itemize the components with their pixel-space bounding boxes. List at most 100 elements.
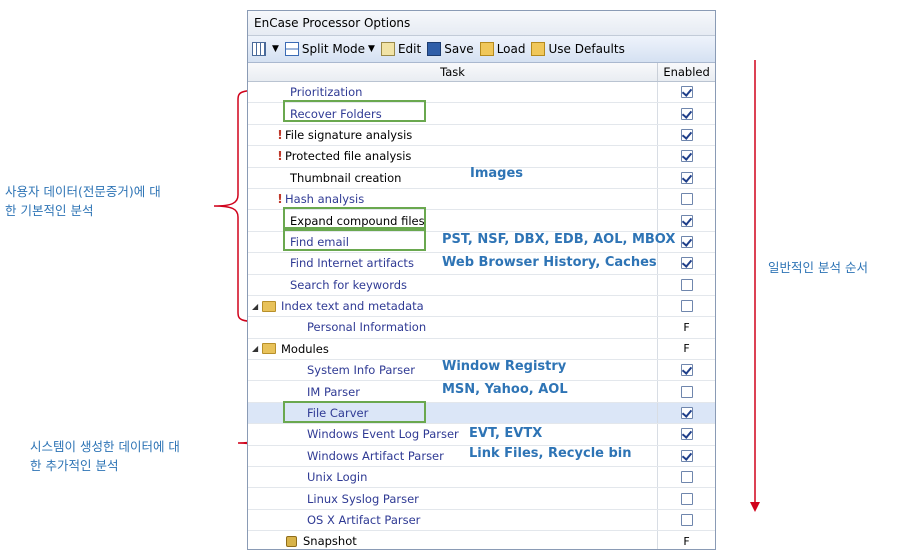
- enabled-cell: [658, 257, 715, 270]
- warning-icon: !: [277, 149, 283, 164]
- table-row[interactable]: ◢ Index text and metadata: [248, 295, 715, 318]
- analysis-order-arrowhead: [750, 502, 760, 512]
- enabled-cell: [658, 449, 715, 462]
- table-row[interactable]: ! File signature analysis: [248, 124, 715, 147]
- task-label: OS X Artifact Parser: [307, 513, 421, 527]
- enabled-checkbox-unchecked[interactable]: [680, 385, 693, 398]
- enabled-checkbox-unchecked[interactable]: [680, 514, 693, 526]
- task-cell-file-signature-analysis[interactable]: ! File signature analysis: [248, 124, 658, 146]
- enabled-checkbox-checked[interactable]: [680, 428, 693, 441]
- enabled-cell: [658, 278, 715, 291]
- enabled-checkbox-checked[interactable]: [680, 86, 693, 99]
- enabled-checkbox-unchecked[interactable]: [680, 300, 693, 313]
- toolbar: ▼ Split Mode ▼ Edit Save Load Use Defaul…: [248, 36, 715, 63]
- annotation-registry: Window Registry: [442, 359, 567, 374]
- annotation-link-files: Link Files, Recycle bin: [469, 446, 632, 461]
- task-cell-modules[interactable]: ◢ Modules: [248, 338, 658, 360]
- save-button[interactable]: Save: [427, 42, 474, 56]
- enabled-checkbox-checked[interactable]: [680, 235, 693, 248]
- enabled-cell: [658, 428, 715, 441]
- enabled-checkbox-checked[interactable]: [680, 214, 693, 227]
- enabled-cell: [658, 86, 715, 99]
- enabled-cell: F: [658, 535, 715, 548]
- split-mode-icon: [284, 42, 299, 56]
- task-cell-index-text-and-metadata[interactable]: ◢ Index text and metadata: [248, 295, 658, 317]
- task-label: IM Parser: [307, 384, 360, 399]
- save-icon: [427, 42, 442, 56]
- columns-dropdown-button[interactable]: ▼: [252, 42, 279, 56]
- edit-button[interactable]: Edit: [380, 42, 421, 56]
- split-mode-button[interactable]: Split Mode ▼: [284, 42, 375, 56]
- task-column-header[interactable]: Task: [248, 63, 659, 81]
- collapse-icon[interactable]: ◢: [252, 344, 262, 353]
- use-defaults-button[interactable]: Use Defaults: [531, 42, 625, 56]
- edit-icon: [380, 42, 395, 56]
- task-cell-thumbnail-creation[interactable]: Thumbnail creation: [248, 167, 658, 188]
- folder-open-icon: [479, 42, 494, 56]
- enabled-checkbox-unchecked[interactable]: [680, 492, 693, 505]
- enabled-checkbox-unchecked[interactable]: [680, 471, 693, 484]
- enabled-checkbox-checked[interactable]: [680, 128, 693, 141]
- task-label: Windows Artifact Parser: [307, 448, 444, 463]
- task-cell-windows-event-log-parser[interactable]: Windows Event Log Parser: [248, 424, 658, 445]
- table-row[interactable]: Personal Information F: [248, 317, 715, 339]
- enabled-checkbox-checked[interactable]: [680, 364, 693, 377]
- task-grid: Prioritization Recover Folders! File signa…: [248, 82, 715, 549]
- chevron-down-icon: ▼: [368, 44, 375, 54]
- enabled-checkbox-checked[interactable]: [680, 407, 693, 420]
- task-cell-unix-login[interactable]: Unix Login: [248, 467, 658, 488]
- enabled-cell: [658, 514, 715, 526]
- enabled-checkbox-checked[interactable]: [680, 449, 693, 462]
- task-cell-protected-file-analysis[interactable]: ! Protected file analysis: [248, 146, 658, 167]
- task-cell-search-for-keywords[interactable]: Search for keywords: [248, 274, 658, 295]
- enabled-checkbox-checked[interactable]: [680, 171, 693, 184]
- enabled-cell: [658, 150, 715, 163]
- annotation-images: Images: [470, 166, 524, 181]
- task-label: File signature analysis: [285, 127, 413, 142]
- enabled-checkbox-checked[interactable]: [680, 257, 693, 270]
- enabled-checkbox-checked[interactable]: [680, 107, 693, 120]
- enabled-cell: [658, 128, 715, 141]
- chevron-down-icon: ▼: [272, 44, 279, 54]
- folder-icon: [262, 343, 276, 355]
- split-mode-label: Split Mode: [301, 42, 366, 56]
- enabled-checkbox-unchecked[interactable]: [680, 278, 693, 291]
- user-data-note-line2: 한 기본적인 분석: [5, 203, 94, 218]
- warning-icon: !: [277, 127, 283, 142]
- collapse-icon[interactable]: ◢: [252, 302, 262, 311]
- enabled-cell: [658, 300, 715, 313]
- task-label: Prioritization: [290, 85, 363, 100]
- annotation-email-formats: PST, NSF, DBX, EDB, AOL, MBOX: [442, 232, 676, 247]
- task-label: Windows Event Log Parser: [307, 427, 459, 442]
- enabled-column-header[interactable]: Enabled: [658, 63, 715, 81]
- user-data-note-line1: 사용자 데이터(전문증거)에 대: [5, 184, 161, 199]
- enabled-cell: F: [658, 321, 715, 334]
- table-row[interactable]: ◢ Modules F: [248, 338, 715, 361]
- enabled-cell: [658, 171, 715, 184]
- task-cell-snapshot[interactable]: Snapshot: [248, 531, 658, 549]
- task-cell-os-x-artifact-parser[interactable]: OS X Artifact Parser: [248, 509, 658, 531]
- enabled-cell: [658, 364, 715, 377]
- task-label: Search for keywords: [290, 277, 408, 292]
- enabled-cell: F: [658, 342, 715, 355]
- table-row[interactable]: Search for keywords: [248, 274, 715, 296]
- use-defaults-label: Use Defaults: [548, 42, 625, 56]
- enabled-cell: [658, 193, 715, 206]
- task-label: Linux Syslog Parser: [307, 491, 419, 506]
- task-label: Modules: [281, 341, 329, 356]
- task-label: Unix Login: [307, 470, 368, 485]
- user-data-note: 사용자 데이터(전문증거)에 대 한 기본적인 분석: [5, 182, 161, 220]
- table-row[interactable]: ! Protected file analysis: [248, 146, 715, 168]
- enabled-cell: [658, 492, 715, 505]
- enabled-checkbox-checked[interactable]: [680, 150, 693, 163]
- load-button[interactable]: Load: [479, 42, 525, 56]
- analysis-order-note: 일반적인 분석 순서: [768, 260, 868, 275]
- task-cell-personal-information[interactable]: Personal Information: [248, 317, 658, 338]
- table-row[interactable]: Linux Syslog Parser: [248, 488, 715, 510]
- table-row[interactable]: Unix Login: [248, 467, 715, 489]
- table-row[interactable]: OS X Artifact Parser: [248, 509, 715, 532]
- table-row[interactable]: Snapshot F: [248, 531, 715, 549]
- enabled-checkbox-unchecked[interactable]: [680, 193, 693, 206]
- task-cell-linux-syslog-parser[interactable]: Linux Syslog Parser: [248, 488, 658, 509]
- system-data-note: 시스템이 생성한 데이터에 대 한 추가적인 분석: [30, 437, 180, 475]
